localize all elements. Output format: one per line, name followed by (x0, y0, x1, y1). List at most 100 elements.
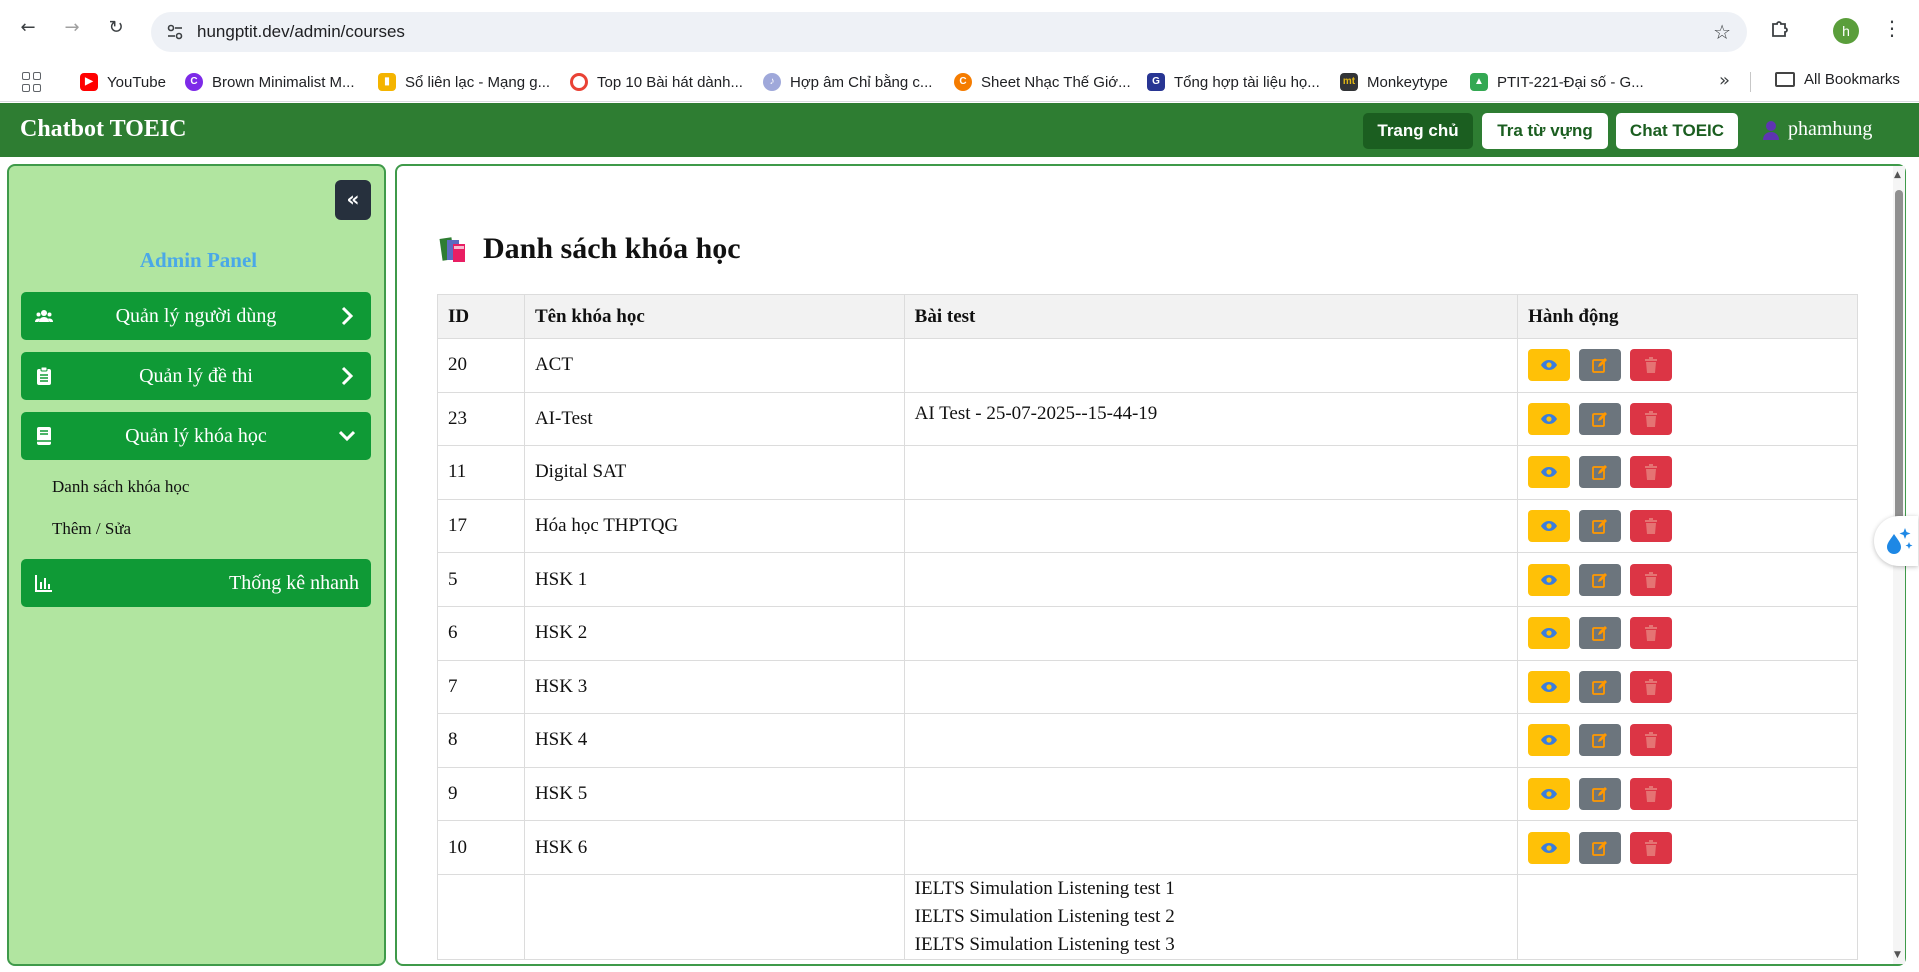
delete-button[interactable] (1630, 724, 1673, 757)
course-tests (903, 659, 1519, 715)
view-button[interactable] (1528, 670, 1571, 703)
delete-button[interactable] (1630, 349, 1673, 382)
eye-icon (1541, 842, 1558, 853)
course-name: HSK 4 (523, 713, 905, 768)
sidebar-item-label: Quản lý khóa học (125, 425, 267, 447)
view-button[interactable] (1528, 831, 1571, 864)
sidebar-item-stats[interactable]: Thống kê nhanh (21, 559, 371, 607)
edit-button[interactable] (1579, 778, 1622, 811)
delete-button[interactable] (1630, 456, 1673, 489)
course-tests (903, 605, 1519, 661)
delete-button[interactable] (1630, 402, 1673, 435)
course-id: 20 (437, 338, 525, 393)
extensions-icon[interactable] (1769, 18, 1791, 40)
column-header-test[interactable]: Bài test (903, 294, 1519, 339)
sidebar-item-courses[interactable]: Quản lý khóa học (21, 412, 371, 460)
profile-avatar[interactable]: h (1833, 18, 1859, 44)
delete-button[interactable] (1630, 617, 1673, 650)
trash-icon (1645, 625, 1658, 642)
scroll-thumb[interactable] (1895, 190, 1903, 520)
all-bookmarks-button[interactable]: All Bookmarks (1775, 71, 1900, 88)
apps-grid-icon[interactable] (22, 72, 42, 92)
view-button[interactable] (1528, 349, 1571, 382)
scroll-down-icon[interactable]: ▼ (1894, 950, 1901, 960)
column-header-id[interactable]: ID (437, 294, 525, 339)
course-actions (1517, 713, 1858, 768)
home-button[interactable]: Trang chủ (1363, 113, 1473, 149)
subitem-add-edit[interactable]: Thêm / Sửa (52, 519, 131, 539)
site-info-icon[interactable] (165, 22, 185, 42)
bookmark-monkeytype[interactable]: mt Monkeytype (1340, 71, 1448, 93)
bookmark-ptit-drive[interactable]: ▲ PTIT-221-Đại số - G... (1470, 71, 1644, 93)
address-bar[interactable]: hungptit.dev/admin/courses ☆ (151, 12, 1747, 52)
delete-button[interactable] (1630, 563, 1673, 596)
edit-button[interactable] (1579, 349, 1622, 382)
chevron-right-icon (341, 306, 354, 326)
view-button[interactable] (1528, 563, 1571, 596)
bookmark-so-lien-lac[interactable]: ▮ Sổ liên lạc - Mạng g... (378, 71, 550, 93)
brand-title[interactable]: Chatbot TOEIC (20, 116, 187, 143)
view-button[interactable] (1528, 402, 1571, 435)
view-button[interactable] (1528, 456, 1571, 489)
reload-icon[interactable]: ↻ (104, 16, 128, 40)
edit-button[interactable] (1579, 563, 1622, 596)
course-name: Hóa học THPTQG (523, 498, 905, 554)
delete-button[interactable] (1630, 670, 1673, 703)
vocab-lookup-button[interactable]: Tra từ vựng (1482, 113, 1608, 149)
edit-button[interactable] (1579, 617, 1622, 650)
user-menu[interactable]: phamhung (1762, 118, 1872, 141)
sidebar-item-users[interactable]: Quản lý người dùng (21, 292, 371, 340)
course-id: 6 (437, 605, 525, 661)
chat-toeic-button[interactable]: Chat TOEIC (1616, 113, 1738, 149)
column-header-actions: Hành động (1517, 294, 1858, 339)
scroll-up-icon[interactable]: ▲ (1894, 170, 1901, 180)
sidebar-item-label: Thống kê nhanh (229, 572, 359, 594)
bookmark-youtube[interactable]: ▶ YouTube (80, 71, 166, 93)
floating-assistant-button[interactable] (1874, 516, 1918, 566)
bookmark-canva[interactable]: C Brown Minimalist M... (185, 71, 355, 93)
bookmark-top10[interactable]: Top 10 Bài hát dành... (570, 71, 743, 93)
bookmark-hop-am[interactable]: ♪ Hợp âm Chỉ bằng c... (763, 71, 932, 93)
subitem-course-list[interactable]: Danh sách khóa học (52, 477, 189, 497)
delete-button[interactable] (1630, 831, 1673, 864)
bookmark-star-icon[interactable]: ☆ (1713, 20, 1731, 44)
view-button[interactable] (1528, 778, 1571, 811)
circle-icon (570, 73, 588, 91)
course-id: 11 (437, 445, 525, 500)
delete-button[interactable] (1630, 510, 1673, 543)
edit-icon (1592, 411, 1608, 427)
edit-button[interactable] (1579, 724, 1622, 757)
trash-icon (1645, 571, 1658, 588)
edit-button[interactable] (1579, 670, 1622, 703)
drive-icon: ▲ (1470, 73, 1488, 91)
collapse-sidebar-button[interactable]: « (335, 180, 371, 220)
bookmark-sheet-nhac[interactable]: C Sheet Nhạc Thế Giớ... (954, 71, 1131, 93)
column-header-name[interactable]: Tên khóa học (523, 294, 905, 339)
bookmark-tong-hop[interactable]: G Tổng hợp tài liệu họ... (1147, 71, 1320, 93)
sidebar-item-exams[interactable]: Quản lý đề thi (21, 352, 371, 400)
edit-button[interactable] (1579, 831, 1622, 864)
course-name: HSK 6 (523, 820, 905, 875)
edit-icon (1592, 679, 1608, 695)
course-name: AI-Test (523, 391, 905, 447)
view-button[interactable] (1528, 510, 1571, 543)
edit-button[interactable] (1579, 456, 1622, 489)
forward-icon[interactable]: → (60, 16, 84, 40)
course-name: ACT (523, 338, 905, 393)
course-id: 5 (437, 552, 525, 607)
course-tests (903, 552, 1519, 607)
back-icon[interactable]: ← (16, 16, 40, 40)
table-row: 23 AI-Test AI Test - 25-07-2025--15-44-19 (437, 391, 1858, 447)
menu-icon[interactable]: ⋮ (1882, 16, 1902, 40)
view-button[interactable] (1528, 724, 1571, 757)
delete-button[interactable] (1630, 778, 1673, 811)
course-actions (1517, 873, 1858, 960)
main-content: Danh sách khóa học ID Tên khóa học Bài t… (395, 164, 1906, 966)
edit-button[interactable] (1579, 510, 1622, 543)
view-button[interactable] (1528, 617, 1571, 650)
eye-icon (1541, 360, 1558, 371)
guitar-icon: ♪ (763, 73, 781, 91)
course-tests: AI Test - 25-07-2025--15-44-19 (903, 391, 1519, 447)
more-bookmarks-icon[interactable]: » (1719, 70, 1730, 91)
edit-button[interactable] (1579, 402, 1622, 435)
